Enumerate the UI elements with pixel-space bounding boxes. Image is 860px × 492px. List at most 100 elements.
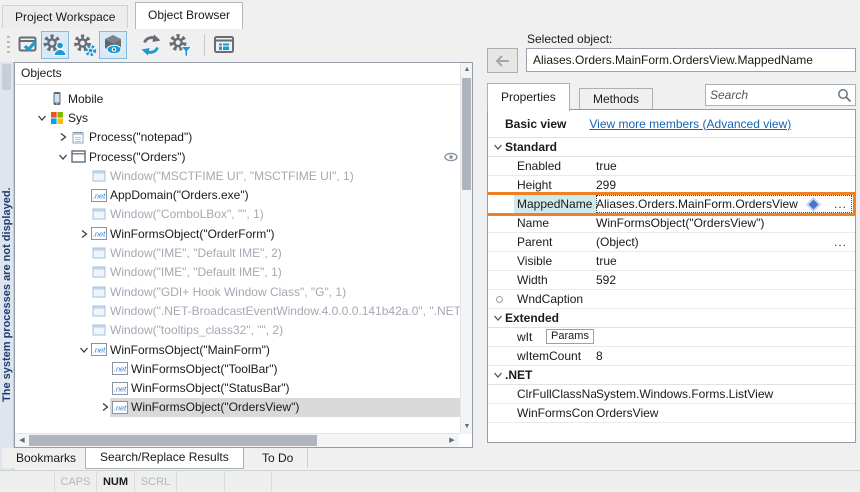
chevron-down-icon[interactable] <box>35 113 48 123</box>
property-value-cell[interactable] <box>596 290 852 308</box>
tab-search-replace-results[interactable]: Search/Replace Results <box>85 448 244 469</box>
property-row-wndcaption[interactable]: WndCaption <box>488 290 855 309</box>
window-icon <box>90 170 108 182</box>
scrollbar-thumb[interactable] <box>462 78 471 190</box>
chevron-down-icon[interactable] <box>492 142 504 152</box>
tree-item[interactable]: .net WinFormsObject("ToolBar") <box>15 359 460 378</box>
property-value-cell[interactable]: true <box>596 157 852 175</box>
property-value-cell[interactable]: Aliases.Orders.MainForm.OrdersView ... <box>596 195 852 213</box>
property-group-header[interactable]: Extended <box>488 309 855 328</box>
tab-methods[interactable]: Methods <box>579 88 653 110</box>
property-grid: Standard Enabled true Height 299 <box>488 138 855 423</box>
property-row-name[interactable]: Name WinFormsObject("OrdersView") <box>488 214 855 233</box>
scrollbar-thumb[interactable] <box>29 435 317 446</box>
ellipsis-button[interactable]: ... <box>829 197 852 211</box>
toolbar-show-panel-button[interactable] <box>210 31 238 59</box>
property-value: (Object) <box>596 235 829 249</box>
property-value-cell[interactable] <box>596 328 852 346</box>
toolbar-refresh-button[interactable] <box>137 31 165 59</box>
tree-item[interactable]: .net WinFormsObject("OrderForm") <box>15 224 460 243</box>
tree-item-label: AppDomain("Orders.exe") <box>108 188 249 202</box>
property-value-cell[interactable]: WinFormsObject("OrdersView") <box>596 214 852 232</box>
property-value-cell[interactable]: (Object) ... <box>596 233 852 251</box>
chevron-down-icon[interactable] <box>492 313 504 323</box>
tab-bookmarks[interactable]: Bookmarks <box>2 448 91 468</box>
tree-item[interactable]: Window("tooltips_class32", "", 2) <box>15 321 460 340</box>
property-row-width[interactable]: Width 592 <box>488 271 855 290</box>
tree-item[interactable]: Mobile <box>15 89 460 108</box>
property-value: Aliases.Orders.MainForm.OrdersView <box>596 197 807 211</box>
tree-item[interactable]: .net WinFormsObject("StatusBar") <box>15 378 460 397</box>
scroll-right-icon[interactable]: ▶ <box>446 435 458 447</box>
property-value-cell[interactable]: true <box>596 252 852 270</box>
property-row-mappedname[interactable]: MappedName Aliases.Orders.MainForm.Order… <box>488 195 855 214</box>
property-group-header[interactable]: .NET <box>488 366 855 385</box>
panel-grip[interactable] <box>2 64 11 90</box>
tab-properties[interactable]: Properties <box>487 83 570 111</box>
scroll-left-icon[interactable]: ◀ <box>16 435 28 447</box>
chevron-right-icon[interactable] <box>77 229 90 239</box>
tree-item[interactable]: Window("IME", "Default IME", 1) <box>15 263 460 282</box>
property-row-witemcount[interactable]: wItemCount 8 <box>488 347 855 366</box>
chevron-right-icon[interactable] <box>98 402 111 412</box>
tab-object-browser[interactable]: Object Browser <box>135 2 243 29</box>
property-row-wit[interactable]: wIt Params <box>488 328 855 347</box>
tree-item-label: WinFormsObject("ToolBar") <box>129 362 278 376</box>
property-row-height[interactable]: Height 299 <box>488 176 855 195</box>
left-arrow-icon <box>495 55 511 67</box>
tree-item[interactable]: Window("IME", "Default IME", 2) <box>15 243 460 262</box>
eye-icon[interactable] <box>444 151 458 165</box>
tree-item[interactable]: .net WinFormsObject("MainForm") <box>15 340 460 359</box>
property-row-visible[interactable]: Visible true <box>488 252 855 271</box>
advanced-view-link[interactable]: View more members (Advanced view) <box>589 117 791 131</box>
tab-to-do[interactable]: To Do <box>248 448 308 468</box>
tree-item[interactable]: Process("notepad") <box>15 128 460 147</box>
tree-item[interactable]: Window("MSCTFIME UI", "MSCTFIME UI", 1) <box>15 166 460 185</box>
back-button[interactable] <box>487 48 518 73</box>
property-value: true <box>596 159 852 173</box>
search-input[interactable] <box>706 85 842 105</box>
show-panel-icon <box>212 33 236 57</box>
tree-item-label: Window("ComboLBox", "", 1) <box>108 207 264 221</box>
property-group-header[interactable]: Standard <box>488 138 855 157</box>
toolbar-checked-window-button[interactable] <box>15 31 43 59</box>
params-button[interactable]: Params <box>546 329 594 344</box>
map-picker-icon[interactable] <box>807 201 821 208</box>
tab-project-workspace[interactable]: Project Workspace <box>2 5 128 28</box>
scroll-down-icon[interactable]: ▼ <box>461 421 473 433</box>
window-icon <box>90 305 108 317</box>
chevron-down-icon[interactable] <box>492 370 504 380</box>
toolbar-filter-objects-button[interactable] <box>167 31 195 59</box>
vertical-scrollbar[interactable]: ▲ ▼ <box>460 63 472 434</box>
tree-item[interactable]: Window("GDI+ Hook Window Class", "G", 1) <box>15 282 460 301</box>
toolbar-highlight-object-button[interactable] <box>99 31 127 59</box>
property-value-cell[interactable]: System.Windows.Forms.ListView <box>596 385 852 403</box>
property-value-cell[interactable]: OrdersView <box>596 404 852 422</box>
property-value-cell[interactable]: 592 <box>596 271 852 289</box>
tree-item[interactable]: Sys <box>15 108 460 127</box>
property-row-winformscon[interactable]: WinFormsCon OrdersView <box>488 404 855 423</box>
tree-item[interactable]: Window(".NET-BroadcastEventWindow.4.0.0.… <box>15 301 460 320</box>
ellipsis-button[interactable]: ... <box>829 235 852 249</box>
toolbar-grip[interactable] <box>7 36 10 56</box>
scroll-up-icon[interactable]: ▲ <box>461 64 473 76</box>
property-value-cell[interactable]: 299 <box>596 176 852 194</box>
toolbar-map-object-button[interactable] <box>41 31 69 59</box>
tree-item-label: WinFormsObject("StatusBar") <box>129 381 290 395</box>
selected-object-field[interactable] <box>526 48 856 72</box>
chevron-down-icon[interactable] <box>77 345 90 355</box>
property-row-enabled[interactable]: Enabled true <box>488 157 855 176</box>
property-value-cell[interactable]: 8 <box>596 347 852 365</box>
tree-item[interactable]: Process("Orders") <box>15 147 460 166</box>
horizontal-scrollbar[interactable]: ◀ ▶ <box>15 433 459 447</box>
tree-item[interactable]: .net AppDomain("Orders.exe") <box>15 185 460 204</box>
chevron-right-icon[interactable] <box>56 132 69 142</box>
tree-item[interactable]: Window("ComboLBox", "", 1) <box>15 205 460 224</box>
toolbar-object-properties-button[interactable] <box>71 31 99 59</box>
chevron-down-icon[interactable] <box>56 152 69 162</box>
property-row-parent[interactable]: Parent (Object) ... <box>488 233 855 252</box>
property-value: OrdersView <box>596 406 852 420</box>
tree-item[interactable]: .net WinFormsObject("OrdersView") <box>15 398 460 417</box>
tree-item-label: Window("IME", "Default IME", 1) <box>108 265 282 279</box>
property-row-clrfullclassna[interactable]: ClrFullClassNa System.Windows.Forms.List… <box>488 385 855 404</box>
